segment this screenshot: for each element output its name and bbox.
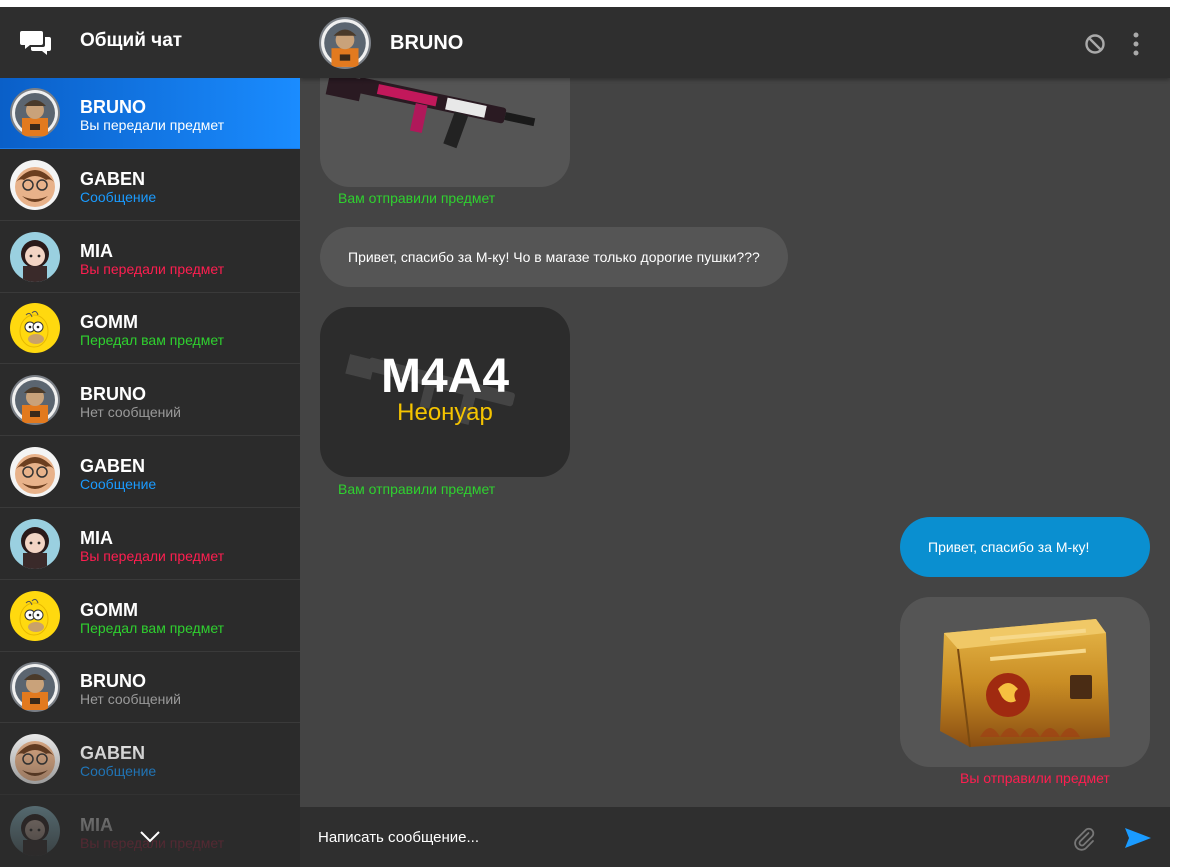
chevron-down-icon[interactable] xyxy=(138,827,162,847)
more-vertical-icon[interactable] xyxy=(1131,31,1141,57)
item-caption: Вам отправили предмет xyxy=(338,481,496,497)
contact-item[interactable]: GOMM Передал вам предмет xyxy=(0,293,300,365)
send-icon[interactable] xyxy=(1124,826,1152,850)
contact-name: BRUNO xyxy=(80,97,146,117)
item-message[interactable] xyxy=(900,597,1150,767)
block-icon[interactable] xyxy=(1084,33,1106,55)
contact-status: Вы передали предмет xyxy=(80,547,225,564)
item-message[interactable]: M4A4 Неонуар xyxy=(320,307,570,477)
contact-status: Сообщение xyxy=(80,188,157,205)
avatar xyxy=(10,88,60,138)
contact-item[interactable]: BRUNO Нет сообщений xyxy=(0,652,300,724)
outgoing-message: Привет, спасибо за М-ку! xyxy=(900,517,1150,577)
chat-contact-name: BRUNO xyxy=(390,32,464,54)
contact-item[interactable]: GABENСообщение xyxy=(0,150,300,221)
contact-name: GABEN xyxy=(80,168,146,189)
contact-status: Вы передали предмет xyxy=(80,260,225,277)
chat-header: BRUNO xyxy=(300,7,1170,78)
contact-status: Сообщение xyxy=(80,476,157,492)
contact-name: GOMM xyxy=(80,599,138,620)
item-name: M4A4 xyxy=(380,350,510,403)
contact-name: GOMM xyxy=(80,312,138,333)
incoming-message: Привет, спасибо за М-ку! Чо в магазе тол… xyxy=(320,227,788,287)
avatar xyxy=(10,303,60,354)
contact-name: BRUNO xyxy=(80,671,146,692)
chat-app: Общий чат BRUNO Вы передали предмет GABEN С… xyxy=(0,7,1170,867)
contact-status: Вы передали предмет xyxy=(80,117,225,133)
sidebar-title: Общий чат xyxy=(80,30,183,51)
contact-name: BRUNO xyxy=(80,384,146,405)
chat-bubbles-icon xyxy=(20,31,51,55)
contact-status: Передал вам предмет xyxy=(80,619,225,636)
item-caption: Вы отправили предмет xyxy=(960,770,1110,786)
contact-item[interactable]: BRUNO Вы передали предмет xyxy=(0,78,300,149)
contact-item[interactable]: GABENСообщение xyxy=(0,437,300,508)
avatar xyxy=(10,662,60,713)
contacts-sidebar: Общий чат BRUNO Вы передали предмет GABEN С… xyxy=(0,7,300,867)
contact-name: MIA xyxy=(80,527,113,548)
chat-panel: BRUNO Вам отправили предмет Привет, спас… xyxy=(300,7,1170,867)
contact-name: GABEN xyxy=(80,456,146,476)
message-input[interactable] xyxy=(318,825,1038,849)
avatar xyxy=(10,375,60,426)
contact-name: MIA xyxy=(80,240,113,261)
contact-status: Нет сообщений xyxy=(80,404,182,421)
avatar xyxy=(10,518,60,569)
avatar xyxy=(10,159,60,210)
avatar xyxy=(10,231,60,282)
weapon-case-image xyxy=(940,619,1110,748)
item-skin-name: Неонуар xyxy=(397,399,493,426)
avatar xyxy=(10,447,60,497)
avatar[interactable] xyxy=(319,17,371,69)
contact-status: Передал вам предмет xyxy=(80,332,225,349)
contact-status: Нет сообщений xyxy=(80,691,182,708)
paperclip-icon[interactable] xyxy=(1072,827,1096,851)
contact-item[interactable]: MIAВы передали предмет xyxy=(0,222,300,293)
sidebar-header: Общий чат xyxy=(0,7,300,78)
message-composer xyxy=(300,807,1170,867)
contact-item[interactable]: MIAВы передали предмет xyxy=(0,509,300,580)
contact-item[interactable]: BRUNO Нет сообщений xyxy=(0,365,300,437)
item-caption: Вам отправили предмет xyxy=(338,190,496,206)
avatar xyxy=(10,590,60,641)
contact-item[interactable]: GOMM Передал вам предмет xyxy=(0,581,300,652)
